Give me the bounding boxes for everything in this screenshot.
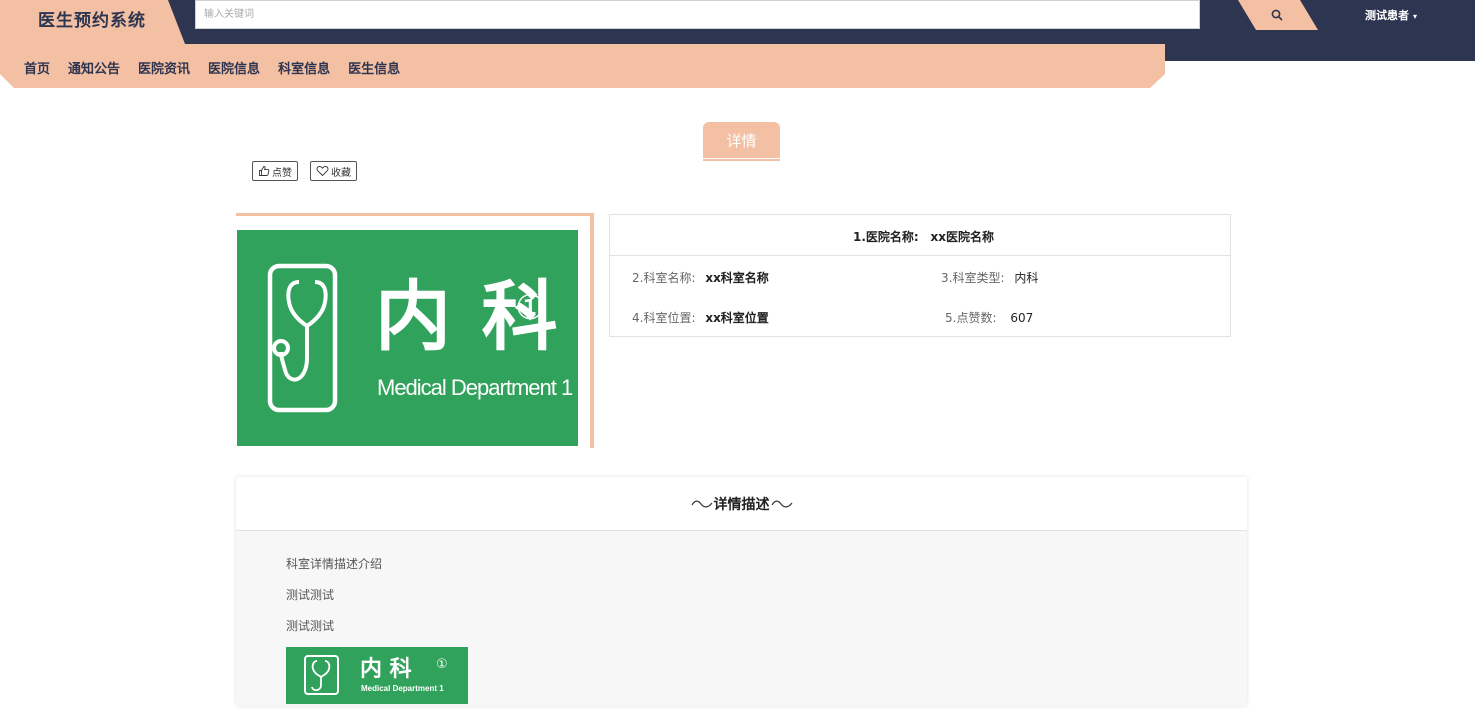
info-dept-type: 3.科室类型: 内科 bbox=[941, 269, 1038, 286]
nav-item-department-info[interactable]: 科室信息 bbox=[278, 58, 330, 77]
info-table: 1.医院名称: xx医院名称 2.科室名称: xx科室名称 3.科室类型: 内科… bbox=[609, 214, 1231, 337]
like-label: 点赞 bbox=[272, 167, 292, 179]
image-number: ① bbox=[515, 288, 546, 328]
main-nav: 首页 通知公告 医院资讯 医院信息 科室信息 医生信息 bbox=[24, 58, 418, 77]
description-line: 测试测试 bbox=[286, 588, 335, 602]
description-image: 内 科 ① Medical Department 1 bbox=[286, 647, 468, 704]
nav-item-hospital-info[interactable]: 医院信息 bbox=[208, 58, 260, 77]
user-name: 测试患者 bbox=[1365, 9, 1409, 22]
search-icon bbox=[1271, 9, 1283, 21]
info-location: 4.科室位置: xx科室位置 bbox=[632, 309, 769, 326]
nav-item-home[interactable]: 首页 bbox=[24, 58, 50, 77]
info-likes: 5.点赞数: 607 bbox=[945, 309, 1033, 326]
dept-name-label: 2.科室名称: bbox=[632, 271, 696, 285]
likes-label: 5.点赞数: bbox=[945, 311, 997, 325]
image-subtitle-en: Medical Department 1 bbox=[377, 375, 573, 400]
thumbs-up-icon bbox=[258, 165, 270, 177]
collect-button[interactable]: 收藏 bbox=[310, 161, 357, 181]
desc-image-number: ① bbox=[436, 657, 448, 672]
chevron-down-icon: ▾ bbox=[1413, 12, 1418, 21]
hospital-value: xx医院名称 bbox=[930, 230, 995, 244]
desc-image-subtitle-en: Medical Department 1 bbox=[361, 684, 444, 693]
description-line: 科室详情描述介绍 bbox=[286, 557, 383, 571]
site-logo[interactable]: 医生预约系统 bbox=[38, 6, 146, 31]
ornament-right-icon bbox=[770, 500, 792, 507]
search-input[interactable] bbox=[195, 0, 1200, 29]
hospital-label: 1.医院名称: bbox=[853, 230, 919, 244]
location-label: 4.科室位置: bbox=[632, 311, 696, 325]
description-header: 详情描述 bbox=[236, 477, 1247, 531]
description-heading: 详情描述 bbox=[713, 496, 770, 513]
nav-item-doctor-info[interactable]: 医生信息 bbox=[348, 58, 400, 77]
nav-item-notices[interactable]: 通知公告 bbox=[68, 58, 120, 77]
detail-title-underline bbox=[703, 159, 780, 161]
user-menu[interactable]: 测试患者 ▾ bbox=[1365, 7, 1417, 23]
location-value: xx科室位置 bbox=[705, 311, 769, 325]
likes-value: 607 bbox=[1010, 311, 1034, 325]
ornament-left-icon bbox=[690, 500, 712, 507]
info-dept-name: 2.科室名称: xx科室名称 bbox=[632, 269, 769, 286]
detail-title: 详情 bbox=[703, 122, 780, 158]
desc-image-title-cn: 内 科 bbox=[360, 657, 412, 682]
collect-label: 收藏 bbox=[331, 167, 351, 179]
department-image: 内 科 ① Medical Department 1 bbox=[237, 230, 578, 446]
dept-name-value: xx科室名称 bbox=[705, 271, 769, 285]
info-row-hospital: 1.医院名称: xx医院名称 bbox=[610, 215, 1230, 256]
description-line: 测试测试 bbox=[286, 619, 335, 633]
dept-type-label: 3.科室类型: bbox=[941, 271, 1005, 285]
nav-item-hospital-news[interactable]: 医院资讯 bbox=[138, 58, 190, 77]
description-section: 详情描述 科室详情描述介绍 测试测试 测试测试 内 科 ① Medical De… bbox=[236, 477, 1247, 706]
heart-icon bbox=[316, 165, 329, 177]
dept-type-value: 内科 bbox=[1014, 271, 1039, 285]
like-button[interactable]: 点赞 bbox=[252, 161, 298, 181]
